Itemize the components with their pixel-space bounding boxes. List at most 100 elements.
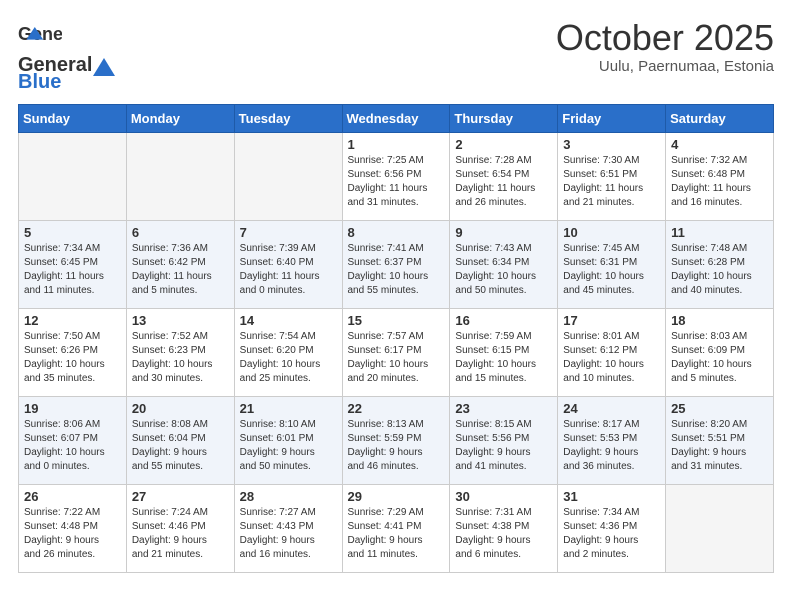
calendar-day-cell: 13 Sunrise: 7:52 AM Sunset: 6:23 PM Dayli… <box>126 309 234 397</box>
calendar-day-cell: 28 Sunrise: 7:27 AM Sunset: 4:43 PM Dayli… <box>234 485 342 573</box>
calendar-day-cell: 5Sunrise: 7:34 AM Sunset: 6:45 PM Daylig… <box>19 221 127 309</box>
day-number: 10 <box>563 225 660 240</box>
day-info: Sunrise: 7:34 AM Sunset: 4:36 PM Dayligh… <box>563 506 660 562</box>
day-number: 17 <box>563 313 660 328</box>
day-info: Sunrise: 7:25 AM Sunset: 6:56 PM Dayligh… <box>348 154 445 210</box>
day-of-week-header: Saturday <box>666 105 774 133</box>
logo-blue-text: Blue <box>18 71 61 94</box>
calendar-day-cell: 11Sunrise: 7:48 AM Sunset: 6:28 PM Dayli… <box>666 221 774 309</box>
day-info: Sunrise: 7:41 AM Sunset: 6:37 PM Dayligh… <box>348 242 445 298</box>
day-number: 16 <box>455 313 552 328</box>
day-number: 21 <box>240 401 337 416</box>
calendar-day-cell: 27 Sunrise: 7:24 AM Sunset: 4:46 PM Dayli… <box>126 485 234 573</box>
calendar-day-cell: 23 Sunrise: 8:15 AM Sunset: 5:56 PM Dayli… <box>450 397 558 485</box>
day-number: 5 <box>24 225 121 240</box>
calendar-header-row: SundayMondayTuesdayWednesdayThursdayFrid… <box>19 105 774 133</box>
calendar-day-cell: 3 Sunrise: 7:30 AM Sunset: 6:51 PM Daylig… <box>558 133 666 221</box>
calendar-day-cell: 21 Sunrise: 8:10 AM Sunset: 6:01 PM Dayli… <box>234 397 342 485</box>
page: General General Blue October 2025 Uulu, … <box>0 0 792 585</box>
day-number: 12 <box>24 313 121 328</box>
day-number: 8 <box>348 225 445 240</box>
calendar-day-cell: 25Sunrise: 8:20 AM Sunset: 5:51 PM Dayli… <box>666 397 774 485</box>
day-number: 27 <box>132 489 229 504</box>
calendar-day-cell: 22Sunrise: 8:13 AM Sunset: 5:59 PM Dayli… <box>342 397 450 485</box>
calendar-day-cell: 8 Sunrise: 7:41 AM Sunset: 6:37 PM Daylig… <box>342 221 450 309</box>
day-number: 7 <box>240 225 337 240</box>
calendar-week-row: 26Sunrise: 7:22 AM Sunset: 4:48 PM Dayli… <box>19 485 774 573</box>
day-number: 1 <box>348 137 445 152</box>
day-number: 2 <box>455 137 552 152</box>
calendar-day-cell: 16 Sunrise: 7:59 AM Sunset: 6:15 PM Dayli… <box>450 309 558 397</box>
calendar-week-row: 1 Sunrise: 7:25 AM Sunset: 6:56 PM Daylig… <box>19 133 774 221</box>
day-number: 28 <box>240 489 337 504</box>
calendar-table: SundayMondayTuesdayWednesdayThursdayFrid… <box>18 104 774 573</box>
day-of-week-header: Tuesday <box>234 105 342 133</box>
day-number: 26 <box>24 489 121 504</box>
day-info: Sunrise: 8:01 AM Sunset: 6:12 PM Dayligh… <box>563 330 660 386</box>
day-of-week-header: Sunday <box>19 105 127 133</box>
calendar-day-cell: 24 Sunrise: 8:17 AM Sunset: 5:53 PM Dayli… <box>558 397 666 485</box>
day-info: Sunrise: 7:29 AM Sunset: 4:41 PM Dayligh… <box>348 506 445 562</box>
day-info: Sunrise: 7:24 AM Sunset: 4:46 PM Dayligh… <box>132 506 229 562</box>
calendar-day-cell: 29 Sunrise: 7:29 AM Sunset: 4:41 PM Dayli… <box>342 485 450 573</box>
day-number: 13 <box>132 313 229 328</box>
day-number: 11 <box>671 225 768 240</box>
day-info: Sunrise: 7:36 AM Sunset: 6:42 PM Dayligh… <box>132 242 229 298</box>
day-number: 15 <box>348 313 445 328</box>
day-info: Sunrise: 7:54 AM Sunset: 6:20 PM Dayligh… <box>240 330 337 386</box>
day-info: Sunrise: 7:30 AM Sunset: 6:51 PM Dayligh… <box>563 154 660 210</box>
day-of-week-header: Monday <box>126 105 234 133</box>
day-info: Sunrise: 8:15 AM Sunset: 5:56 PM Dayligh… <box>455 418 552 474</box>
day-info: Sunrise: 8:06 AM Sunset: 6:07 PM Dayligh… <box>24 418 121 474</box>
month-year-heading: October 2025 <box>556 18 774 58</box>
day-of-week-header: Wednesday <box>342 105 450 133</box>
location-text: Uulu, Paernumaa, Estonia <box>556 58 774 75</box>
day-info: Sunrise: 8:17 AM Sunset: 5:53 PM Dayligh… <box>563 418 660 474</box>
day-number: 3 <box>563 137 660 152</box>
day-info: Sunrise: 7:59 AM Sunset: 6:15 PM Dayligh… <box>455 330 552 386</box>
header: General General Blue October 2025 Uulu, … <box>18 18 774 94</box>
svg-text:General: General <box>18 24 62 44</box>
day-info: Sunrise: 7:31 AM Sunset: 4:38 PM Dayligh… <box>455 506 552 562</box>
day-number: 6 <box>132 225 229 240</box>
day-number: 29 <box>348 489 445 504</box>
title-block: October 2025 Uulu, Paernumaa, Estonia <box>556 18 774 75</box>
logo-triangle-icon <box>93 56 115 76</box>
day-info: Sunrise: 7:45 AM Sunset: 6:31 PM Dayligh… <box>563 242 660 298</box>
calendar-day-cell <box>666 485 774 573</box>
calendar-week-row: 5Sunrise: 7:34 AM Sunset: 6:45 PM Daylig… <box>19 221 774 309</box>
day-info: Sunrise: 7:28 AM Sunset: 6:54 PM Dayligh… <box>455 154 552 210</box>
calendar-day-cell: 9Sunrise: 7:43 AM Sunset: 6:34 PM Daylig… <box>450 221 558 309</box>
day-info: Sunrise: 7:32 AM Sunset: 6:48 PM Dayligh… <box>671 154 768 210</box>
day-of-week-header: Friday <box>558 105 666 133</box>
calendar-day-cell <box>19 133 127 221</box>
day-number: 30 <box>455 489 552 504</box>
day-info: Sunrise: 8:03 AM Sunset: 6:09 PM Dayligh… <box>671 330 768 386</box>
calendar-day-cell: 17 Sunrise: 8:01 AM Sunset: 6:12 PM Dayli… <box>558 309 666 397</box>
day-info: Sunrise: 8:10 AM Sunset: 6:01 PM Dayligh… <box>240 418 337 474</box>
calendar-day-cell: 20 Sunrise: 8:08 AM Sunset: 6:04 PM Dayli… <box>126 397 234 485</box>
day-number: 23 <box>455 401 552 416</box>
calendar-day-cell: 7 Sunrise: 7:39 AM Sunset: 6:40 PM Daylig… <box>234 221 342 309</box>
calendar-day-cell: 6 Sunrise: 7:36 AM Sunset: 6:42 PM Daylig… <box>126 221 234 309</box>
day-number: 9 <box>455 225 552 240</box>
day-number: 18 <box>671 313 768 328</box>
day-number: 24 <box>563 401 660 416</box>
day-number: 20 <box>132 401 229 416</box>
calendar-day-cell: 30 Sunrise: 7:31 AM Sunset: 4:38 PM Dayli… <box>450 485 558 573</box>
calendar-day-cell: 10 Sunrise: 7:45 AM Sunset: 6:31 PM Dayli… <box>558 221 666 309</box>
day-info: Sunrise: 8:13 AM Sunset: 5:59 PM Dayligh… <box>348 418 445 474</box>
day-info: Sunrise: 7:50 AM Sunset: 6:26 PM Dayligh… <box>24 330 121 386</box>
day-info: Sunrise: 7:52 AM Sunset: 6:23 PM Dayligh… <box>132 330 229 386</box>
day-info: Sunrise: 7:39 AM Sunset: 6:40 PM Dayligh… <box>240 242 337 298</box>
calendar-day-cell: 12 Sunrise: 7:50 AM Sunset: 6:26 PM Dayli… <box>19 309 127 397</box>
day-info: Sunrise: 8:08 AM Sunset: 6:04 PM Dayligh… <box>132 418 229 474</box>
day-of-week-header: Thursday <box>450 105 558 133</box>
calendar-day-cell: 4Sunrise: 7:32 AM Sunset: 6:48 PM Daylig… <box>666 133 774 221</box>
logo: General General Blue <box>18 18 116 94</box>
day-number: 31 <box>563 489 660 504</box>
day-number: 14 <box>240 313 337 328</box>
day-info: Sunrise: 7:27 AM Sunset: 4:43 PM Dayligh… <box>240 506 337 562</box>
calendar-week-row: 19Sunrise: 8:06 AM Sunset: 6:07 PM Dayli… <box>19 397 774 485</box>
day-number: 25 <box>671 401 768 416</box>
